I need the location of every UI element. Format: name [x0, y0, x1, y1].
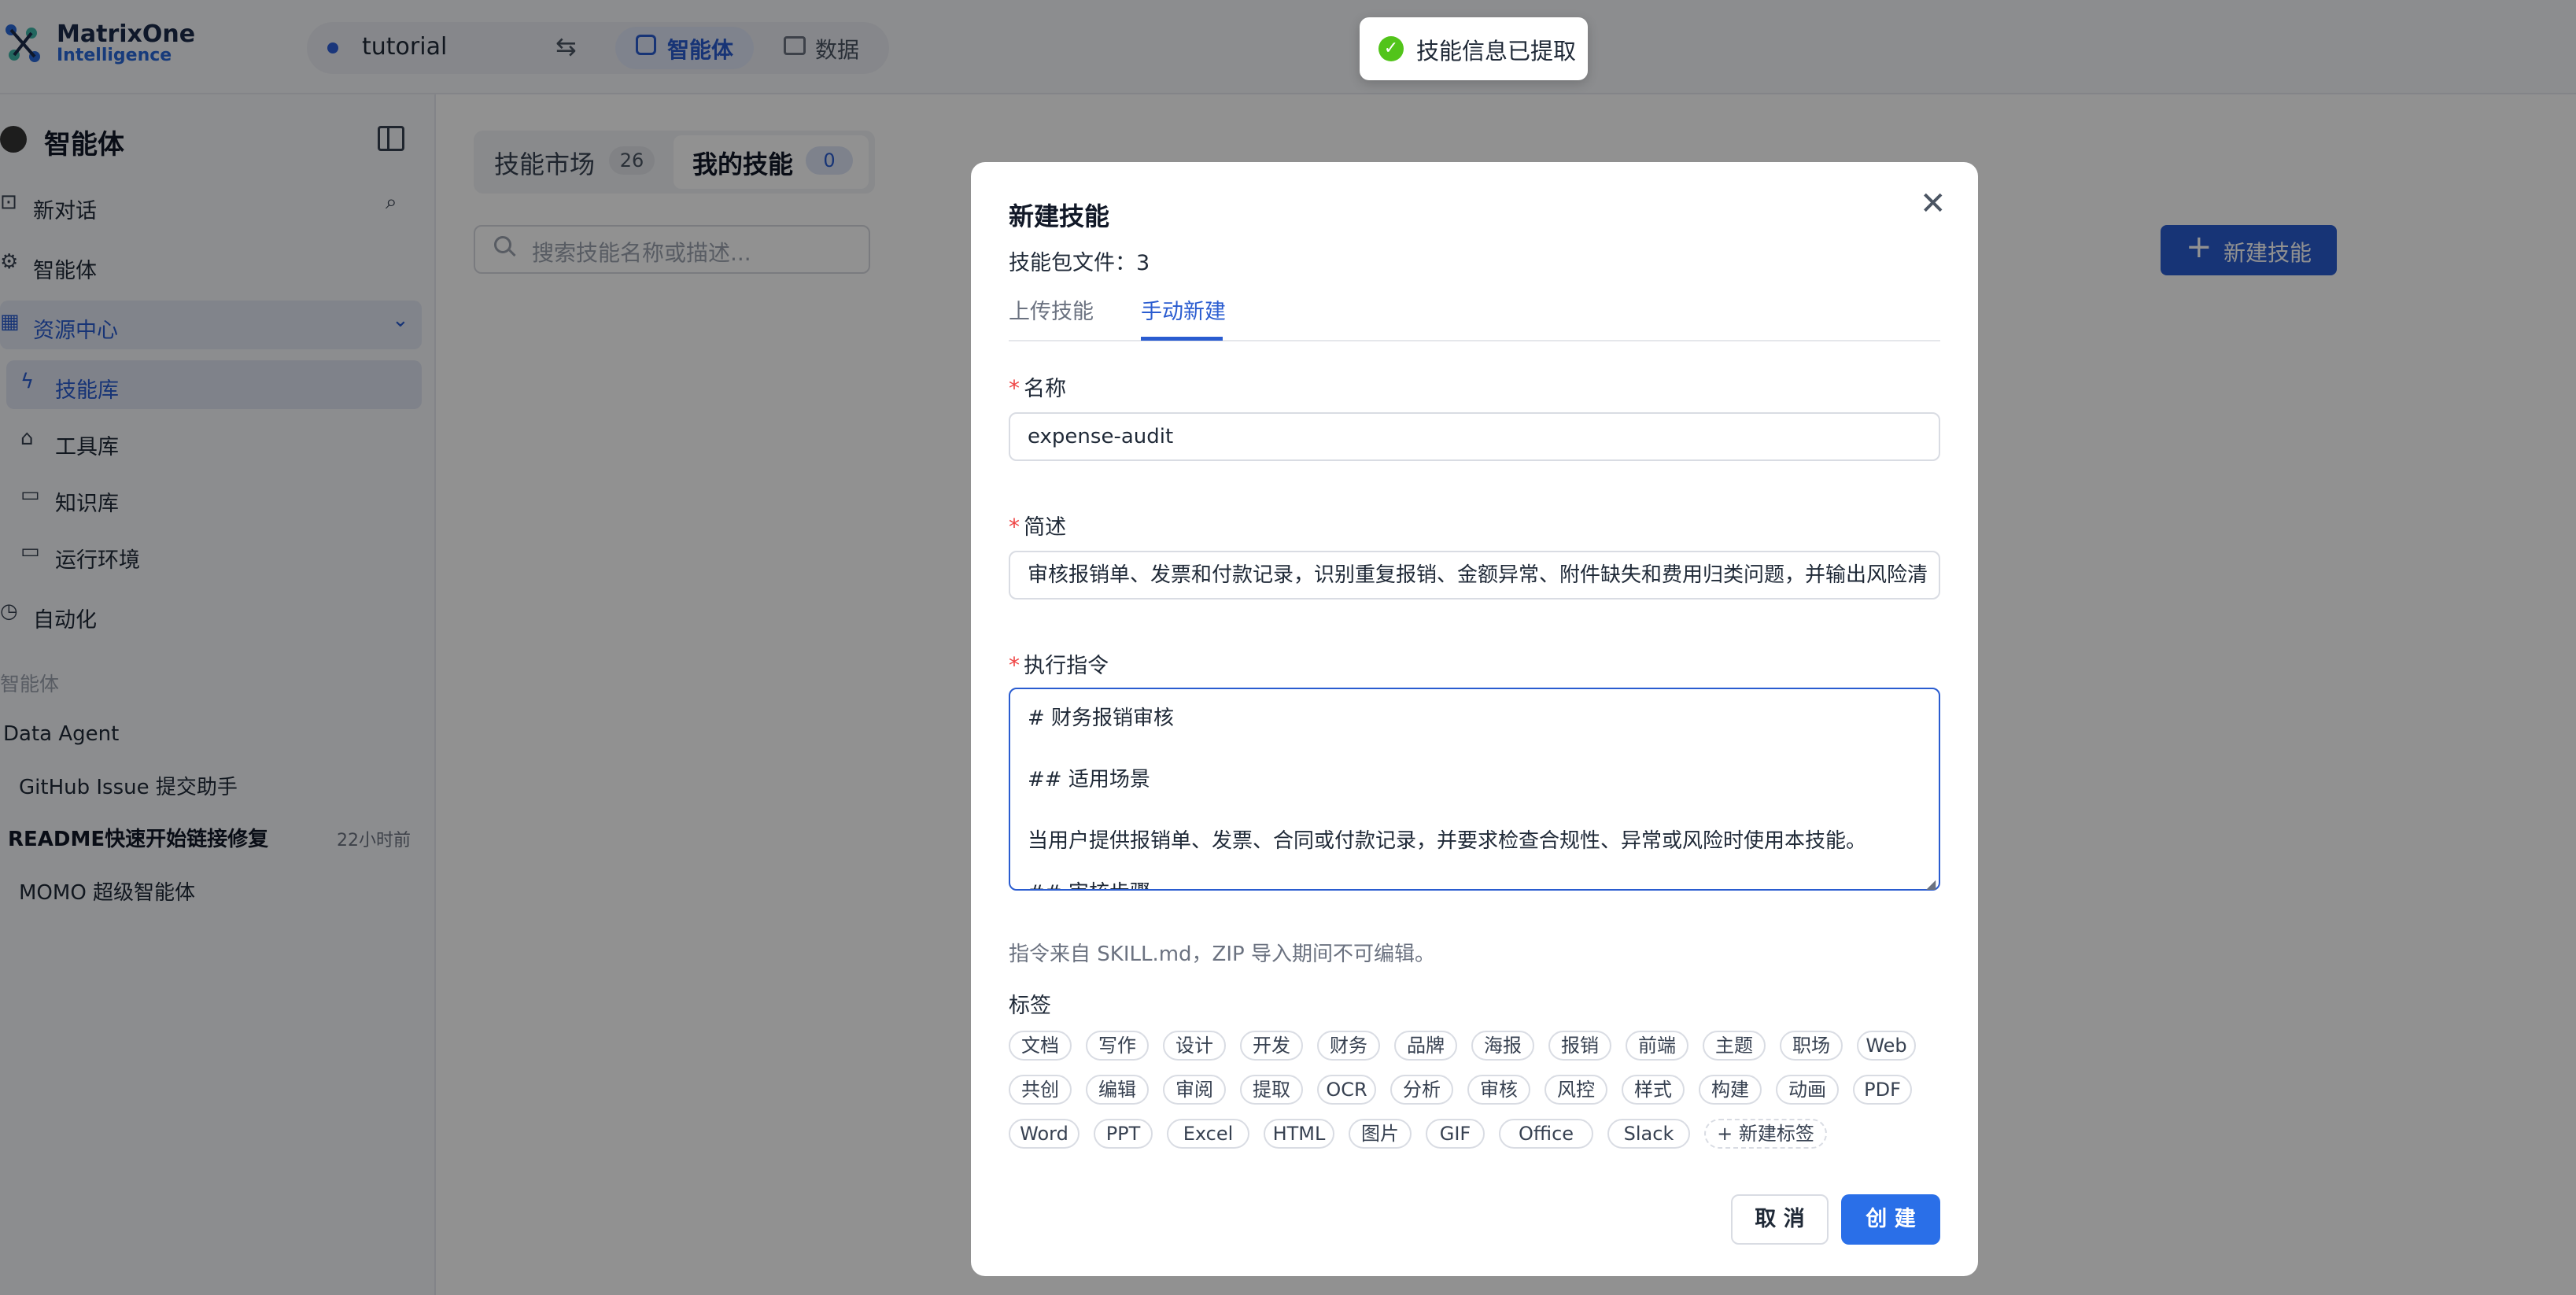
tag-chip[interactable]: 提取	[1240, 1075, 1303, 1105]
tag-chip[interactable]: 风控	[1544, 1075, 1607, 1105]
tag-chip[interactable]: 文档	[1009, 1031, 1072, 1061]
resize-handle-icon[interactable]: ◢	[1926, 876, 1936, 891]
tag-chip[interactable]: 审阅	[1163, 1075, 1226, 1105]
description-input[interactable]: 审核报销单、发票和付款记录，识别重复报销、金额异常、附件缺失和费用归类问题，并输…	[1009, 551, 1940, 600]
check-circle-icon: ✓	[1378, 36, 1404, 61]
tag-chip[interactable]: 设计	[1163, 1031, 1226, 1061]
tab-manual-create[interactable]: 手动新建	[1141, 294, 1226, 325]
tag-chip[interactable]: Slack	[1607, 1119, 1690, 1149]
tag-chip[interactable]: PDF	[1853, 1075, 1912, 1105]
instruction-field-label: * 执行指令	[1009, 652, 1109, 678]
tag-chip[interactable]: HTML	[1264, 1119, 1334, 1149]
tag-chip[interactable]: 海报	[1471, 1031, 1534, 1061]
tag-chip[interactable]: 报销	[1548, 1031, 1611, 1061]
tag-chip[interactable]: 构建	[1699, 1075, 1762, 1105]
cancel-button[interactable]: 取 消	[1731, 1194, 1829, 1245]
name-input[interactable]: expense-audit	[1009, 412, 1940, 461]
tag-chip[interactable]: 图片	[1349, 1119, 1412, 1149]
tag-chip[interactable]: PPT	[1094, 1119, 1153, 1149]
tag-chip[interactable]: 财务	[1317, 1031, 1380, 1061]
create-button[interactable]: 创 建	[1841, 1194, 1940, 1245]
tag-chip[interactable]: 写作	[1086, 1031, 1149, 1061]
tab-upload-skill[interactable]: 上传技能	[1009, 294, 1094, 325]
tag-chip[interactable]: 样式	[1622, 1075, 1685, 1105]
instruction-line: 当用户提供报销单、发票、合同或付款记录，并要求检查合规性、异常或风险时使用本技能…	[1028, 829, 1867, 853]
tag-chip[interactable]: Word	[1009, 1119, 1079, 1149]
skill-package-files: 技能包文件：3	[1009, 251, 1150, 275]
tag-chip[interactable]: 品牌	[1394, 1031, 1457, 1061]
instruction-line: # 财务报销审核	[1028, 707, 1175, 730]
tag-chip[interactable]: 共创	[1009, 1075, 1072, 1105]
description-field-label: * 简述	[1009, 514, 1067, 540]
tag-chip[interactable]: Web	[1857, 1031, 1916, 1061]
tab-active-indicator	[1141, 337, 1223, 341]
instruction-note: 指令来自 SKILL.md，ZIP 导入期间不可编辑。	[1009, 943, 1435, 966]
tag-chip[interactable]: GIF	[1426, 1119, 1485, 1149]
instruction-line: ## 审核步骤	[1028, 876, 1150, 889]
new-tag-button[interactable]: + 新建标签	[1704, 1119, 1827, 1149]
modal-title: 新建技能	[1009, 201, 1110, 231]
tag-chip[interactable]: 编辑	[1086, 1075, 1149, 1105]
tag-chip[interactable]: 主题	[1703, 1031, 1766, 1061]
close-icon[interactable]: ✕	[1920, 186, 1947, 222]
instruction-overflow-clip: ## 审核步骤	[1010, 876, 1939, 889]
tag-chip[interactable]: 职场	[1780, 1031, 1843, 1061]
tag-chip[interactable]: OCR	[1317, 1075, 1376, 1105]
tag-chip[interactable]: 前端	[1626, 1031, 1688, 1061]
instruction-line: ## 适用场景	[1028, 768, 1150, 791]
tag-chip[interactable]: 动画	[1776, 1075, 1839, 1105]
tag-chip[interactable]: 开发	[1240, 1031, 1303, 1061]
tags-label: 标签	[1009, 994, 1051, 1018]
name-field-label: * 名称	[1009, 375, 1067, 401]
toast-message: 技能信息已提取	[1416, 38, 1577, 65]
tag-chip[interactable]: Excel	[1167, 1119, 1249, 1149]
tag-chip[interactable]: 分析	[1390, 1075, 1453, 1105]
tag-chip[interactable]: 审核	[1467, 1075, 1530, 1105]
tag-chip[interactable]: Office	[1499, 1119, 1593, 1149]
